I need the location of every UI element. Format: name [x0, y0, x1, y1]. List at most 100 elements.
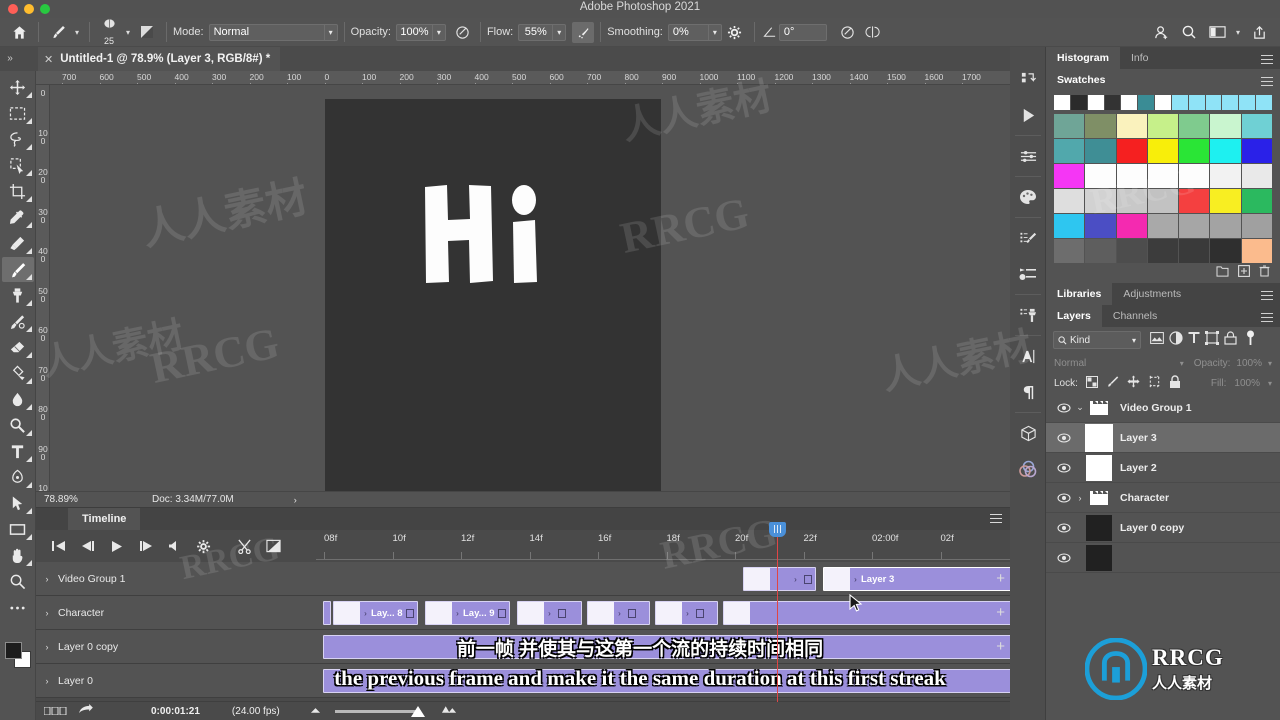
layer-row-video-group-1[interactable]: ⌄ Video Group 1: [1046, 393, 1280, 423]
quick-selection-tool-icon[interactable]: [2, 153, 34, 178]
swatch[interactable]: [1210, 164, 1241, 188]
smart-object-filter-icon[interactable]: [1224, 330, 1237, 350]
swatch[interactable]: [1222, 95, 1239, 110]
paragraph-panel-icon[interactable]: [1010, 374, 1046, 410]
pen-tool-icon[interactable]: [2, 465, 34, 490]
chevron-right-icon[interactable]: ›: [682, 609, 693, 618]
swatch[interactable]: [1171, 95, 1188, 110]
timeline-clip[interactable]: › Lay... 8: [333, 601, 418, 625]
timeline-zoom-slider[interactable]: [321, 705, 425, 717]
lock-all-icon[interactable]: [1169, 374, 1181, 392]
swatch[interactable]: [1054, 164, 1085, 188]
chevron-down-icon[interactable]: ⌄: [1074, 402, 1086, 413]
crop-tool-icon[interactable]: [2, 179, 34, 204]
tab-histogram[interactable]: Histogram: [1046, 47, 1120, 69]
brush-angle-input[interactable]: 0°: [778, 23, 827, 41]
panel-menu-icon[interactable]: [1261, 313, 1273, 325]
add-media-button[interactable]: +: [996, 570, 1005, 587]
chevron-down-icon[interactable]: ▾: [1232, 24, 1244, 41]
swatch[interactable]: [1210, 239, 1241, 263]
move-tool-icon[interactable]: [2, 75, 34, 100]
shape-filter-icon[interactable]: [1205, 330, 1219, 350]
chevron-right-icon[interactable]: ›: [544, 609, 555, 618]
swatch[interactable]: [1179, 239, 1210, 263]
swatch[interactable]: [1256, 95, 1272, 110]
clip-duration-icon[interactable]: [801, 574, 815, 584]
foreground-color-swatch[interactable]: [5, 642, 22, 659]
layer-visibility-icon[interactable]: [1054, 492, 1074, 503]
swatch[interactable]: [1205, 95, 1222, 110]
swatch[interactable]: [1147, 114, 1179, 138]
tab-adjustments[interactable]: Adjustments: [1112, 283, 1192, 305]
swatch[interactable]: [1085, 164, 1116, 188]
chevron-down-icon[interactable]: ▾: [431, 23, 446, 41]
rectangle-tool-icon[interactable]: [2, 517, 34, 542]
transition-icon[interactable]: [259, 533, 288, 559]
tab-layers[interactable]: Layers: [1046, 305, 1102, 327]
swatch[interactable]: [1085, 189, 1116, 213]
status-expand-icon[interactable]: ›: [234, 495, 297, 505]
track-lane[interactable]: › Lay... 8 › Lay... 9 › › › +: [280, 596, 1013, 630]
tab-channels[interactable]: Channels: [1102, 305, 1168, 327]
swatch[interactable]: [1085, 139, 1116, 163]
dodge-tool-icon[interactable]: [2, 413, 34, 438]
track-header[interactable]: › Layer 0 copy: [36, 630, 280, 664]
swatch[interactable]: [1138, 95, 1155, 110]
collapse-tools-icon[interactable]: »: [2, 49, 18, 67]
layer-visibility-icon[interactable]: [1054, 522, 1074, 533]
playhead[interactable]: [769, 522, 786, 702]
timeline-clip[interactable]: ›: [743, 567, 816, 591]
swatch[interactable]: [1188, 95, 1205, 110]
add-media-button[interactable]: +: [996, 604, 1005, 621]
next-frame-icon[interactable]: [131, 533, 160, 559]
swatch[interactable]: [1147, 214, 1179, 238]
timeline-clip[interactable]: [723, 601, 1013, 625]
lock-transparent-icon[interactable]: [1085, 375, 1098, 391]
layer-row-layer-3[interactable]: Layer 3: [1046, 423, 1280, 453]
pixel-filter-icon[interactable]: [1150, 331, 1164, 349]
clip-duration-icon[interactable]: [693, 608, 707, 618]
rectangular-marquee-tool-icon[interactable]: [2, 101, 34, 126]
layer-visibility-icon[interactable]: [1054, 552, 1074, 563]
swatch[interactable]: [1054, 189, 1085, 213]
swatch[interactable]: [1054, 95, 1070, 110]
swatch[interactable]: [1241, 139, 1272, 163]
clip-duration-icon[interactable]: [555, 608, 569, 618]
spot-healing-brush-tool-icon[interactable]: [2, 231, 34, 256]
frame-view-icon[interactable]: [36, 707, 68, 715]
chevron-right-icon[interactable]: ›: [36, 642, 58, 652]
chevron-down-icon[interactable]: ▾: [1268, 359, 1272, 368]
swatch[interactable]: [1147, 189, 1179, 213]
zoom-level[interactable]: 78.89%: [36, 494, 106, 505]
character-panel-icon[interactable]: [1010, 338, 1046, 374]
swatch[interactable]: [1116, 114, 1147, 138]
brush-tool-icon[interactable]: [1, 257, 34, 282]
color-wheel-panel-icon[interactable]: [1010, 451, 1046, 487]
brush-preset-chevron-icon[interactable]: ▾: [122, 24, 134, 41]
swatch[interactable]: [1147, 164, 1179, 188]
swatch[interactable]: [1054, 114, 1085, 138]
settings-gear-icon[interactable]: [189, 533, 218, 559]
layer-row-layer-0-copy[interactable]: Layer 0 copy: [1046, 513, 1280, 543]
panel-menu-icon[interactable]: [1261, 77, 1273, 89]
chevron-down-icon[interactable]: ▾: [1268, 379, 1272, 388]
chevron-down-icon[interactable]: ▾: [552, 23, 567, 41]
adjustment-filter-icon[interactable]: [1169, 330, 1183, 350]
swatch[interactable]: [1116, 189, 1147, 213]
chevron-right-icon[interactable]: ›: [790, 575, 801, 584]
chevron-right-icon[interactable]: ›: [850, 575, 861, 584]
swatch[interactable]: [1241, 239, 1272, 263]
path-selection-tool-icon[interactable]: [2, 491, 34, 516]
horizontal-ruler[interactable]: 700 600 500 400 300 200 100 0 100 200 300 400 500 600…: [36, 71, 1010, 85]
clip-duration-icon[interactable]: [625, 608, 639, 618]
clone-stamp-tool-icon[interactable]: [2, 283, 34, 308]
swatch[interactable]: [1116, 139, 1147, 163]
layer-visibility-icon[interactable]: [1054, 432, 1074, 443]
swatch[interactable]: [1179, 189, 1210, 213]
tab-info[interactable]: Info: [1120, 47, 1160, 69]
panel-menu-icon[interactable]: [1261, 55, 1273, 67]
3d-panel-icon[interactable]: [1010, 415, 1046, 451]
swatch[interactable]: [1054, 239, 1085, 263]
timeline-clip[interactable]: [323, 635, 1013, 659]
adjustments-panel-icon[interactable]: [1010, 138, 1046, 174]
